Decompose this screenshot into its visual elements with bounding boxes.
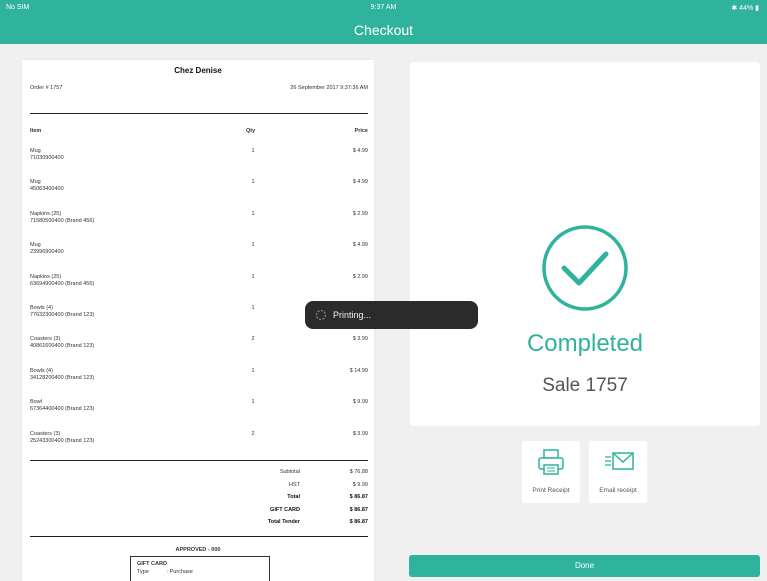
bluetooth-icon: ✱ (731, 5, 738, 12)
item-qty: 1 (251, 179, 255, 186)
totals-row: GIFT CARD $ 86.87 (22, 507, 374, 520)
gift-card-type-value: : Purchase (166, 569, 193, 575)
item-sku: 67364400400 (Brand 123) (30, 406, 95, 413)
totals-row: Total $ 86.87 (22, 494, 374, 507)
item-qty: 1 (251, 399, 255, 406)
item-sku: 40861600400 (Brand 123) (30, 343, 95, 350)
totals-label: HST (289, 481, 300, 488)
gift-card-box: GIFT CARD Type : Purchase (130, 556, 270, 581)
printing-label: Printing... (333, 310, 372, 320)
item-price: $ 4.99 (352, 179, 368, 186)
item-sku: 34128200400 (Brand 123) (30, 374, 95, 381)
item-price: $ 4.99 (352, 242, 368, 249)
totals-value: $ 9.99 (352, 481, 368, 488)
item-name: Mug (30, 242, 41, 249)
item-name: Bowls (4) (30, 304, 53, 311)
item-name: Bowl (30, 399, 42, 406)
item-sku: 71030900400 (30, 155, 64, 161)
sale-number: Sale 1757 (542, 375, 628, 396)
item-qty: 1 (251, 273, 255, 280)
totals-label: Subtotal (279, 469, 300, 475)
receipt-item-row: Mug 71030900400 1 $ 4.99 (22, 148, 374, 179)
totals-label: Total (287, 494, 300, 501)
print-receipt-button[interactable]: Print Receipt (522, 441, 580, 503)
completion-panel: Completed Sale 1757 (410, 62, 760, 426)
item-price: $ 3.99 (352, 430, 368, 437)
item-qty: 1 (251, 304, 255, 311)
item-name: Bowls (4) (30, 367, 53, 374)
approval-status: APPROVED - 000 (175, 547, 221, 553)
battery-label: ✱ 44% ▮ (731, 5, 759, 12)
page-title: Checkout (353, 22, 414, 38)
receipt-item-row: Bowls (4) 34128200400 (Brand 123) 1 $ 14.… (22, 368, 374, 399)
totals-row: Total Tender $ 86.87 (22, 519, 374, 532)
totals-label: Total Tender (267, 519, 300, 526)
item-name: Coasters (3) (30, 336, 61, 343)
item-price: $ 3.99 (352, 336, 368, 343)
item-name: Coasters (3) (30, 430, 61, 437)
item-price: $ 4.99 (352, 148, 368, 154)
divider (30, 113, 368, 114)
item-sku: 25243300400 (Brand 123) (30, 437, 95, 444)
email-icon (605, 452, 634, 470)
receipt-item-row: Coasters (3) 40861600400 (Brand 123) 2 $ … (22, 336, 374, 367)
checkout-header: Checkout (0, 16, 767, 44)
item-qty: 1 (251, 242, 255, 249)
item-name: Napkins (25) (30, 273, 62, 280)
totals-label: GIFT CARD (270, 506, 300, 513)
gift-card-title: GIFT CARD (137, 561, 167, 567)
receipt-item-row: Bowl 67364400400 (Brand 123) 1 $ 9.99 (22, 399, 374, 430)
item-qty: 2 (251, 430, 255, 437)
item-price: $ 9.99 (352, 399, 368, 406)
item-sku: 77632300400 (Brand 123) (30, 311, 95, 318)
receipt-item-row: Mug 23996900400 1 $ 4.99 (22, 242, 374, 273)
done-label: Done (574, 561, 595, 570)
email-receipt-label: Email receipt (599, 487, 637, 494)
item-price: $ 2.99 (352, 273, 368, 280)
totals-row: Subtotal $ 76.88 (22, 469, 374, 482)
totals-value: $ 86.87 (349, 506, 368, 513)
totals-value: $ 76.88 (349, 469, 368, 475)
order-number: Order # 1757 (30, 85, 63, 91)
status-bar: No SIM 9:37 AM ✱ 44% ▮ (0, 0, 767, 16)
done-button[interactable]: Done (409, 555, 760, 577)
receipt-item-row: Coasters (3) 25243300400 (Brand 123) 2 $ … (22, 431, 374, 462)
gift-card-type-label: Type (137, 569, 149, 575)
item-qty: 2 (251, 336, 255, 343)
printer-icon (538, 449, 564, 475)
spinner-icon (315, 309, 327, 321)
item-sku: 45063400400 (30, 186, 64, 193)
item-price: $ 14.99 (349, 367, 368, 374)
order-datetime: 26 September 2017 9:37:36 AM (290, 85, 368, 91)
receipt-totals: Subtotal $ 76.88 HST $ 9.99 Total $ 86.8… (22, 469, 374, 532)
item-qty: 1 (251, 210, 255, 217)
item-qty: 1 (251, 148, 255, 154)
status-time: 9:37 AM (370, 4, 397, 11)
totals-value: $ 86.87 (349, 494, 368, 501)
item-sku: 63694900400 (Brand 456) (30, 280, 95, 287)
col-price-header: Price (354, 128, 368, 134)
item-sku: 23996900400 (30, 249, 64, 256)
checkmark-circle-icon (542, 225, 628, 311)
item-price: $ 2.99 (352, 210, 368, 217)
battery-icon: ▮ (755, 5, 759, 12)
email-receipt-button[interactable]: Email receipt (589, 441, 647, 503)
col-qty-header: Qty (246, 128, 256, 134)
item-name: Napkins (25) (30, 210, 62, 217)
divider (30, 460, 368, 461)
completed-label: Completed (526, 330, 644, 357)
item-qty: 1 (251, 367, 255, 374)
item-name: Mug (30, 148, 41, 154)
receipt-item-row: Napkins (25) 71580500400 (Brand 456) 1 $ … (22, 211, 374, 242)
receipt-item-row: Mug 45063400400 1 $ 4.99 (22, 179, 374, 210)
totals-row: HST $ 9.99 (22, 482, 374, 495)
print-receipt-label: Print Receipt (532, 487, 570, 494)
totals-value: $ 86.87 (349, 519, 368, 526)
store-name: Chez Denise (174, 66, 222, 75)
divider (30, 536, 368, 537)
printing-toast: Printing... (305, 301, 478, 329)
item-sku: 71580500400 (Brand 456) (30, 217, 95, 224)
item-name: Mug (30, 179, 41, 186)
col-item-header: Item (30, 128, 42, 134)
